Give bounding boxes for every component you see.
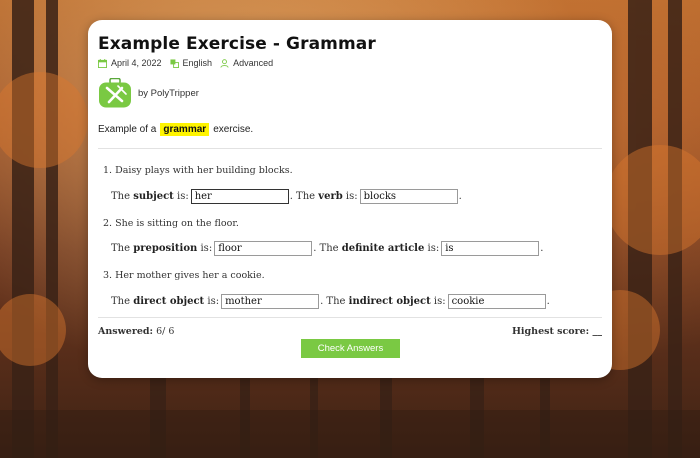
meta-date-text: April 4, 2022 bbox=[111, 58, 162, 68]
meta-language-text: English bbox=[182, 58, 213, 68]
calendar-icon bbox=[98, 58, 107, 68]
verb-input[interactable] bbox=[359, 189, 458, 204]
label-term: subject bbox=[133, 191, 174, 202]
highest-score: Highest score: __ bbox=[511, 326, 602, 337]
meta-level: Advanced bbox=[220, 58, 273, 68]
intro-after: exercise. bbox=[213, 124, 254, 135]
answered-label: Answered: bbox=[98, 326, 154, 337]
label-prefix: The bbox=[111, 191, 131, 202]
label-term: direct object bbox=[133, 296, 205, 307]
question-2: 2. She is sitting on the floor. bbox=[103, 218, 239, 229]
preposition-input[interactable] bbox=[214, 241, 313, 256]
label-suffix: is: bbox=[177, 191, 189, 202]
answer-row-3: The direct object is: . The indirect obj… bbox=[111, 294, 550, 309]
label-suffix: is: bbox=[207, 296, 220, 307]
label-suffix: is: bbox=[427, 243, 440, 254]
answer-row-2: The preposition is: . The definite artic… bbox=[111, 241, 543, 256]
label-suffix: is: bbox=[345, 191, 358, 202]
meta-language: English bbox=[169, 58, 213, 68]
label-prefix: . The bbox=[289, 191, 316, 202]
answered-value: 6/ 6 bbox=[156, 326, 175, 337]
question-text: Daisy plays with her building blocks. bbox=[115, 165, 293, 176]
direct-object-input[interactable] bbox=[221, 294, 320, 309]
question-number: 2. bbox=[103, 218, 113, 229]
intro-before: Example of a bbox=[98, 124, 157, 135]
meta-date: April 4, 2022 bbox=[98, 58, 162, 68]
label-suffix: is: bbox=[433, 296, 446, 307]
row-end: . bbox=[546, 296, 550, 307]
label-prefix: . The bbox=[320, 296, 346, 307]
label-prefix: The bbox=[111, 243, 131, 254]
bottom-divider bbox=[98, 317, 602, 318]
row-end: . bbox=[458, 191, 462, 202]
top-divider bbox=[98, 148, 602, 149]
indirect-object-input[interactable] bbox=[447, 294, 546, 309]
label-term: indirect object bbox=[348, 296, 431, 307]
author-byline: by PolyTripper bbox=[98, 78, 199, 108]
user-icon bbox=[220, 58, 229, 68]
answered-count: Answered: 6/ 6 bbox=[98, 326, 174, 337]
question-text: She is sitting on the floor. bbox=[115, 218, 239, 229]
label-prefix: . The bbox=[313, 243, 339, 254]
label-prefix: The bbox=[111, 296, 131, 307]
polytripper-logo-icon bbox=[99, 78, 131, 108]
definite-article-input[interactable] bbox=[441, 241, 540, 256]
check-answers-button[interactable]: Check Answers bbox=[301, 339, 400, 358]
label-suffix: is: bbox=[200, 243, 213, 254]
author-name: by PolyTripper bbox=[138, 87, 199, 99]
question-3: 3. Her mother gives her a cookie. bbox=[103, 270, 265, 281]
label-term: verb bbox=[318, 191, 343, 202]
label-term: definite article bbox=[341, 243, 425, 254]
exercise-meta: April 4, 2022 English Advanced bbox=[98, 58, 281, 68]
language-icon bbox=[169, 58, 179, 68]
label-term: preposition bbox=[133, 243, 198, 254]
question-1: 1. Daisy plays with her building blocks. bbox=[103, 165, 293, 176]
question-number: 3. bbox=[103, 270, 113, 281]
subject-input[interactable] bbox=[190, 189, 289, 204]
question-number: 1. bbox=[103, 165, 113, 176]
exercise-title: Example Exercise - Grammar bbox=[98, 34, 376, 54]
row-end: . bbox=[540, 243, 544, 254]
exercise-card: Example Exercise - Grammar April 4, 2022… bbox=[88, 20, 612, 378]
exercise-intro: Example of a grammar exercise. bbox=[98, 123, 253, 136]
meta-level-text: Advanced bbox=[233, 58, 274, 68]
intro-highlight: grammar bbox=[160, 123, 210, 136]
question-text: Her mother gives her a cookie. bbox=[115, 270, 265, 281]
answer-row-1: The subject is: . The verb is: . bbox=[111, 189, 462, 204]
